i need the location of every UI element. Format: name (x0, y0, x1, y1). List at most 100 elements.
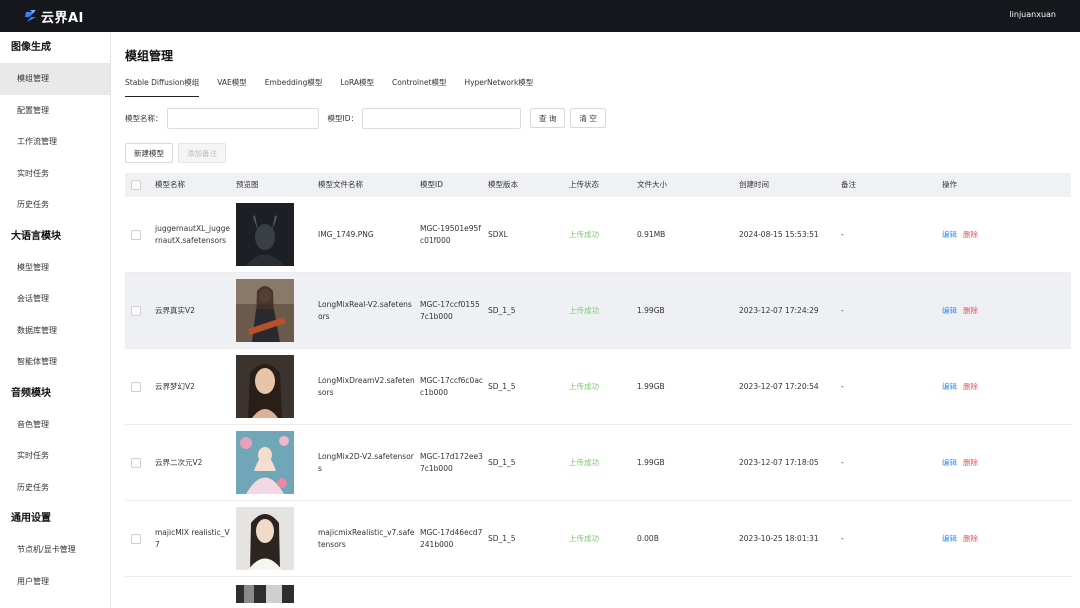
preview-image[interactable] (236, 355, 294, 418)
models-table: 模型名称 预览图 模型文件名称 模型ID 模型版本 上传状态 文件大小 创建时间… (125, 173, 1071, 608)
preview-image[interactable] (236, 585, 294, 603)
preview-image[interactable] (236, 279, 294, 342)
top-bar: 云界AI linjuanxuan (0, 0, 1080, 32)
sidebar-group-audio: 音频模块 (11, 387, 51, 399)
sidebar-item-config-management[interactable]: 配置管理 (0, 95, 110, 127)
cell-version: SD_1_5 (488, 305, 516, 315)
sidebar-item-voice-management[interactable]: 音色管理 (0, 409, 110, 441)
header-model-name: 模型名称 (155, 180, 185, 189)
header-version: 模型版本 (488, 180, 518, 189)
sidebar-item-model-management[interactable]: 模型管理 (0, 252, 110, 284)
sidebar-item-database-management[interactable]: 数据库管理 (0, 315, 110, 347)
sidebar-item-node-gpu-management[interactable]: 节点机/显卡管理 (0, 534, 110, 566)
preview-image[interactable] (236, 507, 294, 570)
app-logo[interactable]: 云界AI (24, 7, 84, 26)
cell-model-name: 云界梦幻V2 (155, 381, 195, 391)
cell-model-name: majicMIX realistic_V7 (155, 527, 230, 549)
cell-version: SDXL (488, 229, 508, 239)
model-name-input[interactable] (166, 107, 319, 129)
sidebar-group-image: 图像生成 (11, 42, 51, 53)
cell-model-id: MGC-17ccf01557c1b000 (420, 299, 480, 321)
cell-file-size: 1.99GB (637, 457, 665, 467)
clear-button[interactable]: 清 空 (570, 108, 606, 128)
cell-file-name: LongMixDreamV2.safetensors (318, 375, 415, 397)
header-note: 备注 (841, 180, 856, 189)
preview-image[interactable] (236, 431, 294, 494)
logo-text: 云界AI (41, 10, 84, 26)
cell-file-name: LongMixReal-V2.safetensors (318, 299, 412, 321)
sidebar-item-agent-management[interactable]: 智能体管理 (0, 346, 110, 378)
cell-model-name: 云界二次元V2 (155, 457, 203, 467)
delete-link[interactable]: 删除 (963, 230, 978, 239)
row-checkbox[interactable] (131, 381, 141, 392)
new-model-button[interactable]: 新建模型 (125, 143, 173, 163)
delete-link[interactable]: 删除 (963, 458, 978, 467)
header-operations: 操作 (942, 180, 957, 189)
cell-model-id: MGC-17d46ecd7241b000 (420, 527, 483, 549)
cell-created-time: 2024-08-15 15:53:51 (739, 229, 819, 239)
username[interactable]: linjuanxuan (1009, 10, 1056, 19)
cell-note: - (841, 533, 844, 543)
table-row: majicMIX realistic_V7 majicmixRealistic_… (125, 501, 1071, 577)
sidebar: 图像生成 模组管理 配置管理 工作流管理 实时任务 历史任务 大语言模块 模型管… (0, 32, 111, 608)
cell-created-time: 2023-12-07 17:20:54 (739, 381, 819, 391)
edit-link[interactable]: 编辑 (942, 382, 957, 391)
row-checkbox[interactable] (131, 229, 141, 240)
table-row (125, 577, 1071, 608)
tab-embedding[interactable]: Embedding模型 (265, 76, 323, 97)
add-note-button[interactable]: 添加备注 (178, 143, 226, 163)
sidebar-group-general: 通用设置 (11, 513, 51, 524)
table-header: 模型名称 预览图 模型文件名称 模型ID 模型版本 上传状态 文件大小 创建时间… (125, 173, 1071, 197)
sidebar-item-history-tasks[interactable]: 历史任务 (0, 189, 110, 221)
row-checkbox[interactable] (131, 305, 141, 316)
cell-model-name: juggernautXL_juggernautX.safetensors (155, 223, 231, 245)
cell-created-time: 2023-12-07 17:24:29 (739, 305, 819, 315)
cell-note: - (841, 229, 844, 239)
cell-file-size: 1.99GB (637, 305, 665, 315)
cell-model-id: MGC-17ccf6c0acc1b000 (420, 375, 484, 397)
delete-link[interactable]: 删除 (963, 306, 978, 315)
model-id-label: 模型ID： (327, 113, 359, 123)
cell-file-size: 0.91MB (637, 229, 666, 239)
cell-upload-status: 上传成功 (569, 381, 599, 391)
cell-file-name: IMG_1749.PNG (318, 229, 374, 239)
query-button[interactable]: 查 询 (530, 108, 566, 128)
header-model-id: 模型ID (420, 180, 443, 189)
tab-controlnet[interactable]: Controlnet模型 (392, 76, 446, 97)
delete-link[interactable]: 删除 (963, 534, 978, 543)
edit-link[interactable]: 编辑 (942, 230, 957, 239)
tab-lora[interactable]: LoRA模型 (340, 76, 374, 97)
sidebar-item-audio-realtime-tasks[interactable]: 实时任务 (0, 440, 110, 472)
row-checkbox[interactable] (131, 533, 141, 544)
table-actions: 新建模型 添加备注 (125, 143, 231, 163)
tab-stable-diffusion[interactable]: Stable Diffusion模组 (125, 76, 200, 97)
sidebar-item-user-management[interactable]: 用户管理 (0, 566, 110, 598)
cell-version: SD_1_5 (488, 381, 516, 391)
header-upload-status: 上传状态 (569, 180, 599, 189)
sidebar-item-session-management[interactable]: 会话管理 (0, 283, 110, 315)
model-id-input[interactable] (362, 107, 521, 129)
tab-vae[interactable]: VAE模型 (217, 76, 247, 97)
search-form: 模型名称： 模型ID： 查 询 清 空 (125, 107, 611, 129)
main-content: 模组管理 Stable Diffusion模组 VAE模型 Embedding模… (112, 32, 1080, 608)
header-file-size: 文件大小 (637, 180, 667, 189)
sidebar-item-module-management[interactable]: 模组管理 (0, 63, 110, 95)
cell-version: SD_1_5 (488, 457, 516, 467)
edit-link[interactable]: 编辑 (942, 458, 957, 467)
edit-link[interactable]: 编辑 (942, 534, 957, 543)
select-all-checkbox[interactable] (131, 180, 141, 190)
sidebar-item-audio-history-tasks[interactable]: 历史任务 (0, 472, 110, 504)
edit-link[interactable]: 编辑 (942, 306, 957, 315)
model-type-tabs: Stable Diffusion模组 VAE模型 Embedding模型 LoR… (125, 76, 551, 98)
cell-file-name: majicmixRealistic_v7.safetensors (318, 527, 415, 549)
row-checkbox[interactable] (131, 457, 141, 468)
sidebar-item-workflow-management[interactable]: 工作流管理 (0, 126, 110, 158)
cell-note: - (841, 305, 844, 315)
preview-image[interactable] (236, 203, 294, 266)
tab-hypernetwork[interactable]: HyperNetwork模型 (464, 76, 533, 97)
cell-upload-status: 上传成功 (569, 533, 599, 543)
table-row: juggernautXL_juggernautX.safetensors IMG… (125, 197, 1071, 273)
delete-link[interactable]: 删除 (963, 382, 978, 391)
sidebar-item-realtime-tasks[interactable]: 实时任务 (0, 158, 110, 190)
cell-created-time: 2023-10-25 18:01:31 (739, 533, 819, 543)
